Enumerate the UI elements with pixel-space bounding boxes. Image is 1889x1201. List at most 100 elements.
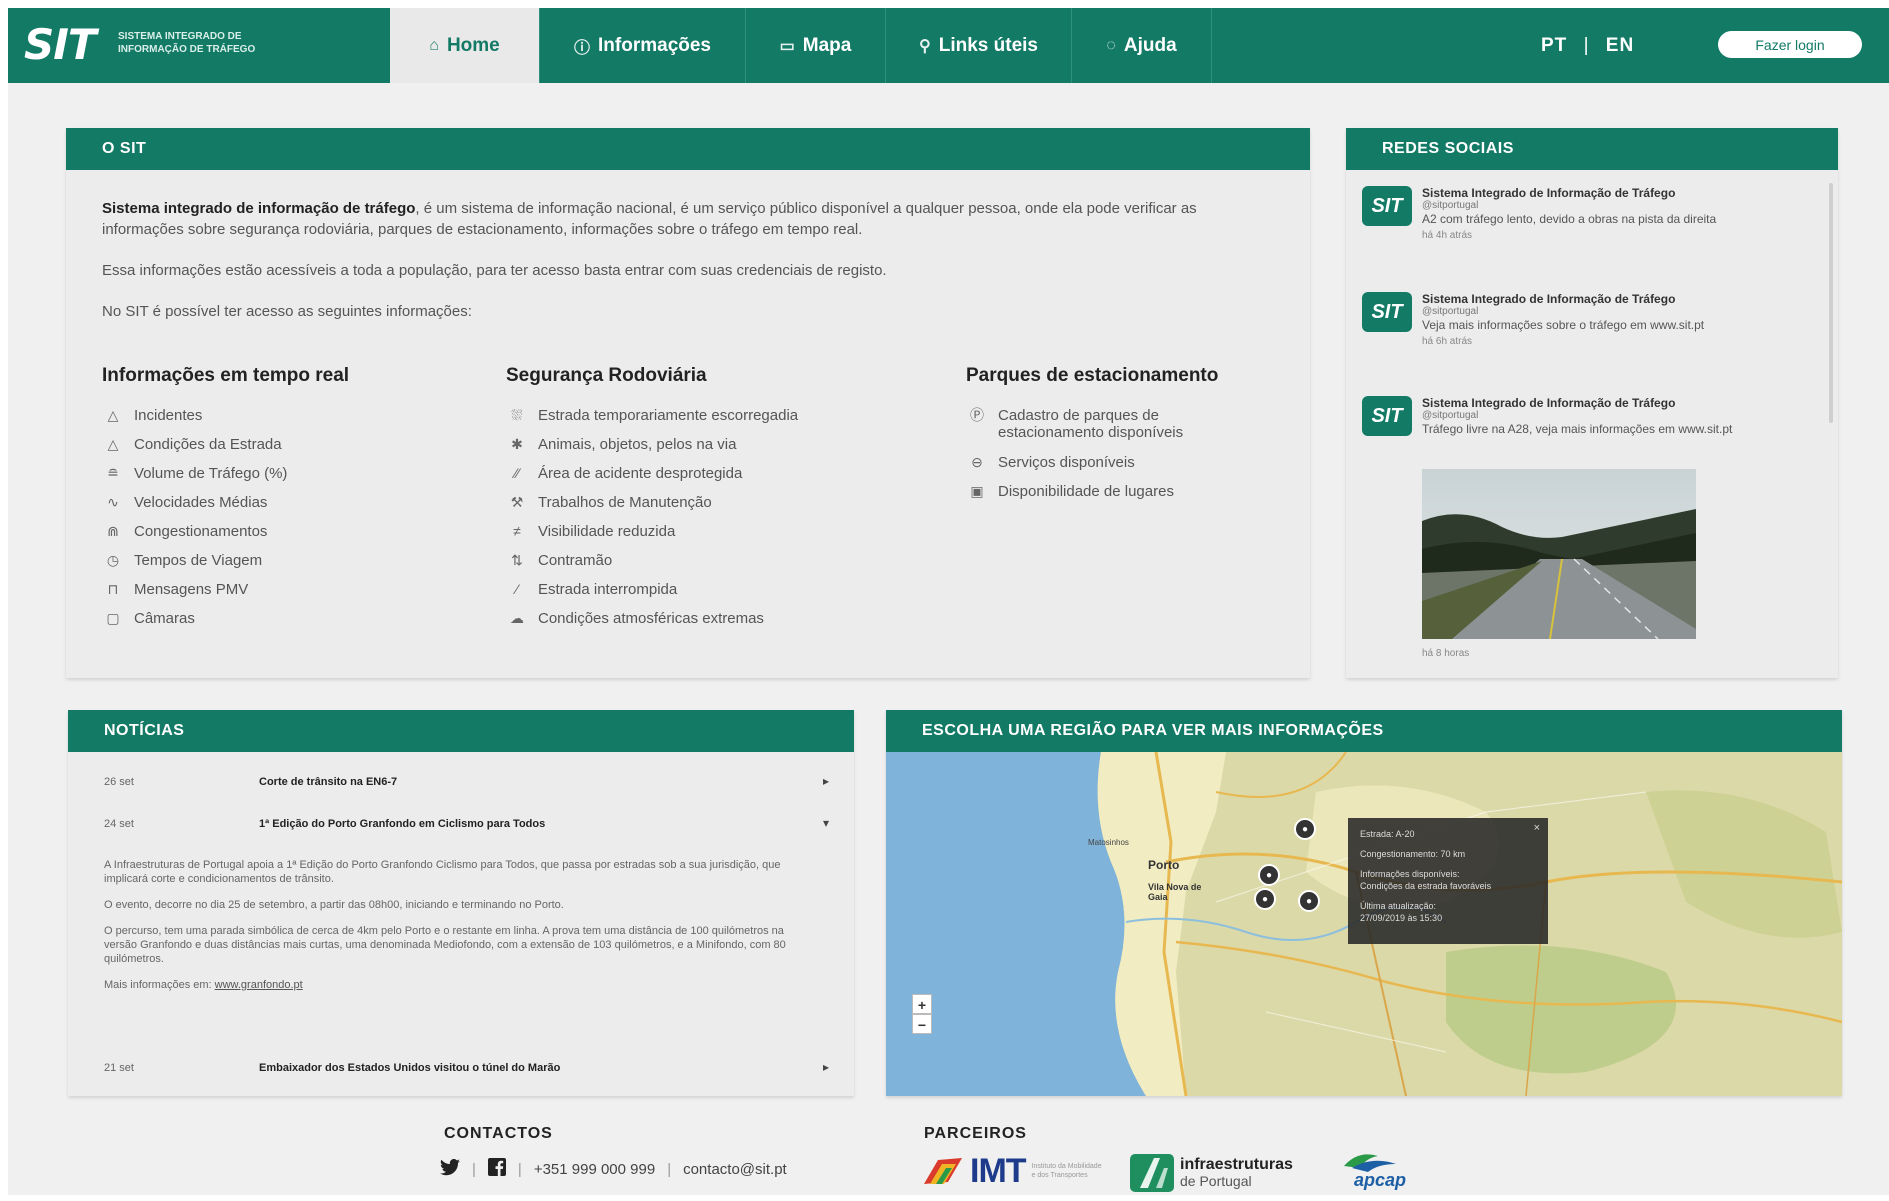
map-info-popup: × Estrada: A-20 Congestionamento: 70 km …: [1348, 818, 1548, 944]
list-item[interactable]: △ Incidentes: [102, 407, 482, 436]
list-item-label: Congestionamentos: [134, 523, 268, 540]
chevron-down-icon[interactable]: ▾: [823, 816, 829, 830]
list-item[interactable]: ⊖ Serviços disponíveis: [966, 454, 1286, 483]
list-item-label: Tempos de Viagem: [134, 552, 263, 569]
contact-email[interactable]: contacto@sit.pt: [683, 1161, 787, 1178]
news-panel-heading: Notícias: [68, 710, 854, 752]
chevron-right-icon[interactable]: ▸: [823, 774, 829, 788]
news-paragraph: A Infraestruturas de Portugal apoia a 1ª…: [104, 859, 781, 885]
pmv-sign-icon: ⊓: [107, 581, 119, 597]
tweet-text: Veja mais informações sobre o tráfego em…: [1422, 318, 1705, 332]
clock-icon: ◷: [106, 552, 120, 568]
map-marker[interactable]: ●: [1298, 890, 1320, 912]
map-marker[interactable]: ●: [1258, 864, 1280, 886]
list-item-label: Condições atmosféricas extremas: [538, 610, 764, 627]
sit-logo[interactable]: SIT: [24, 20, 97, 69]
lang-en[interactable]: EN: [1606, 35, 1634, 56]
contact-phone[interactable]: +351 999 000 999: [534, 1161, 655, 1178]
facebook-icon[interactable]: [487, 1158, 506, 1181]
accident-area-icon: ⁄⁄: [514, 465, 520, 481]
map-label-gaia: Vila Nova de Gaia: [1148, 882, 1202, 902]
zoom-in-button[interactable]: +: [912, 994, 932, 1014]
column-road-safety: Segurança Rodoviária ⛆ Estrada temporaria…: [506, 365, 946, 639]
info-icon: ⓘ: [574, 39, 591, 57]
road-closed-icon: ⁄: [515, 581, 519, 597]
home-icon: ⌂: [429, 36, 439, 54]
social-scrollbar[interactable]: [1829, 183, 1833, 423]
top-navbar: SIT Sistema Integrado de Informação de T…: [8, 8, 1889, 83]
list-item[interactable]: ◷ Tempos de Viagem: [102, 552, 482, 581]
list-item[interactable]: ⛆ Estrada temporariamente escorregadia: [506, 407, 946, 436]
list-item[interactable]: ✱ Animais, objetos, pelos na via: [506, 436, 946, 465]
sit-intro: Sistema integrado de informação de tráfe…: [102, 198, 1262, 240]
chevron-right-icon[interactable]: ▸: [823, 1060, 829, 1074]
tweet-avatar: SIT: [1362, 396, 1412, 436]
sit-para-access: Essa informações estão acessíveis a toda…: [102, 262, 887, 279]
warning-icon: △: [107, 407, 119, 423]
list-item-label: Visibilidade reduzida: [538, 523, 676, 540]
map-marker[interactable]: ●: [1294, 818, 1316, 840]
list-item[interactable]: ⊓ Mensagens PMV: [102, 581, 482, 610]
low-visibility-icon: ≠: [513, 523, 521, 539]
tweet-handle: @sitportugal: [1422, 306, 1479, 317]
animal-icon: ✱: [511, 436, 523, 452]
news-paragraph: O evento, decorre no dia 25 de setembro,…: [104, 899, 564, 911]
tweet-author: Sistema Integrado de Informação de Tráfe…: [1422, 186, 1676, 200]
map-zoom-control: + −: [912, 994, 932, 1034]
partner-ip-logo[interactable]: infraestruturas de Portugal: [1130, 1152, 1293, 1194]
list-item-label: Disponibilidade de lugares: [998, 483, 1174, 500]
list-item[interactable]: ⇅ Contramão: [506, 552, 946, 581]
partner-imt-logo[interactable]: IMT Instituto da Mobilidade e dos Transp…: [924, 1150, 1109, 1192]
login-button[interactable]: Fazer login: [1718, 31, 1862, 58]
tab-informacoes[interactable]: ⓘ Informações: [540, 8, 746, 83]
news-more-link[interactable]: www.granfondo.pt: [215, 979, 303, 991]
tweet-avatar: SIT: [1362, 186, 1412, 226]
list-item-label: Cadastro de parques de estacionamento di…: [998, 407, 1184, 441]
tweet-time: há 4h atrás: [1422, 230, 1473, 241]
tweet-author: Sistema Integrado de Informação de Tráfe…: [1422, 292, 1676, 306]
column-road-safety-title: Segurança Rodoviária: [506, 365, 707, 386]
tab-links-uteis[interactable]: ⚲ Links úteis: [886, 8, 1072, 83]
link-icon: ⚲: [919, 37, 931, 55]
list-item[interactable]: ≠ Visibilidade reduzida: [506, 523, 946, 552]
tweet-handle: @sitportugal: [1422, 200, 1479, 211]
ip-logo-icon: [1130, 1154, 1174, 1192]
list-item[interactable]: △ Condições da Estrada: [102, 436, 482, 465]
list-item[interactable]: ▣ Disponibilidade de lugares: [966, 483, 1286, 512]
imt-subtitle: Instituto da Mobilidade e dos Transporte…: [1031, 1163, 1102, 1179]
ip-wordmark: infraestruturas de Portugal: [1180, 1157, 1293, 1190]
list-item-label: Câmaras: [134, 610, 195, 627]
list-item-label: Velocidades Médias: [134, 494, 268, 511]
tweet-text: Tráfego livre na A28, veja mais informaç…: [1422, 422, 1733, 436]
list-item[interactable]: ⋒ Congestionamentos: [102, 523, 482, 552]
region-map[interactable]: Porto Vila Nova de Gaia Matosinhos ● ● ●…: [886, 752, 1842, 1096]
parking-icon: Ⓟ: [970, 407, 984, 423]
news-expanded-body: A Infraestruturas de Portugal apoia a 1ª…: [104, 858, 794, 1004]
partner-apcap-logo[interactable]: apcap: [1338, 1146, 1428, 1201]
list-item[interactable]: ⁄ Estrada interrompida: [506, 581, 946, 610]
lang-pt[interactable]: PT: [1541, 35, 1567, 56]
tab-mapa[interactable]: ▭ Mapa: [746, 8, 886, 83]
tab-ajuda[interactable]: ◌ Ajuda: [1072, 8, 1212, 83]
list-item[interactable]: ∿ Velocidades Médias: [102, 494, 482, 523]
column-parking: Parques de estacionamento Ⓟ Cadastro de p…: [966, 365, 1286, 512]
separator: |: [667, 1161, 672, 1178]
tweet-author: Sistema Integrado de Informação de Tráfe…: [1422, 396, 1676, 410]
list-item-label: Condições da Estrada: [134, 436, 282, 453]
list-item[interactable]: ⚒ Trabalhos de Manutenção: [506, 494, 946, 523]
list-item[interactable]: ☁ Condições atmosféricas extremas: [506, 610, 946, 639]
tweet-road-photo[interactable]: [1422, 469, 1696, 639]
list-item[interactable]: ▢ Câmaras: [102, 610, 482, 639]
news-title: 1ª Edição do Porto Granfondo em Ciclismo…: [259, 818, 546, 830]
tab-home[interactable]: ⌂ Home: [390, 8, 540, 83]
list-item[interactable]: ≘ Volume de Tráfego (%): [102, 465, 482, 494]
twitter-icon[interactable]: [440, 1158, 460, 1181]
list-item[interactable]: ⁄⁄ Área de acidente desprotegida: [506, 465, 946, 494]
zoom-out-button[interactable]: −: [912, 1014, 932, 1034]
close-icon[interactable]: ×: [1534, 822, 1540, 834]
list-item[interactable]: Ⓟ Cadastro de parques de estacionamento d…: [966, 407, 1286, 454]
map-marker[interactable]: ●: [1254, 888, 1276, 910]
list-item-label: Volume de Tráfego (%): [134, 465, 288, 482]
list-item-label: Trabalhos de Manutenção: [538, 494, 712, 511]
tab-mapa-label: Mapa: [802, 34, 852, 56]
